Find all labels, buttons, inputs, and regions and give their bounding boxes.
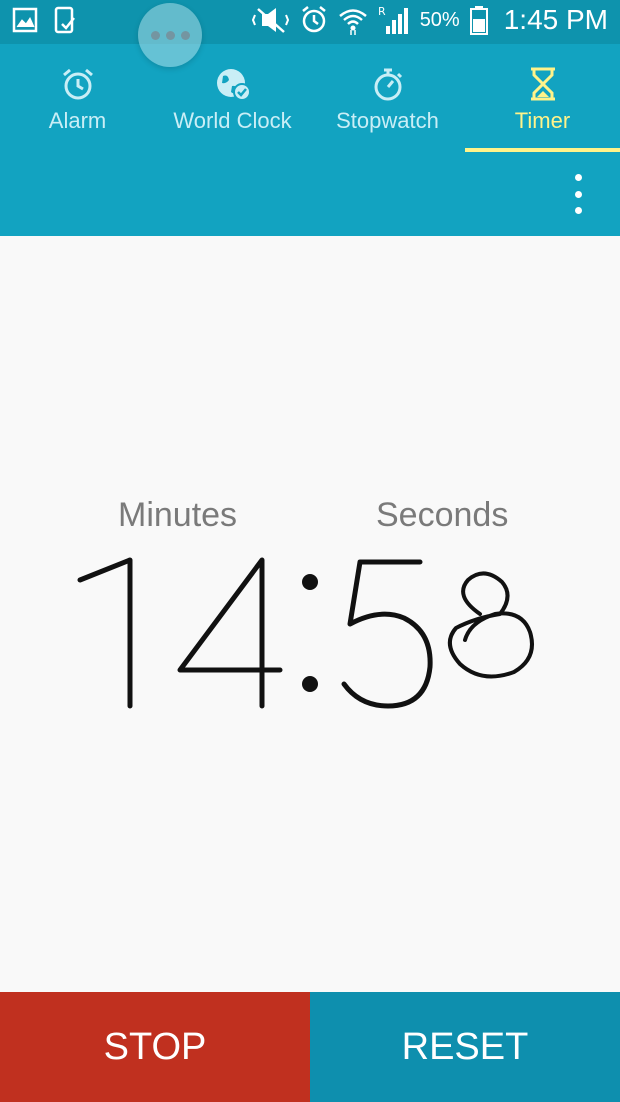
status-bar: R 50% 1:45 PM	[0, 0, 620, 44]
battery-percent: 50%	[419, 8, 460, 31]
alarm-icon	[60, 66, 96, 102]
tab-stopwatch[interactable]: Stopwatch	[310, 44, 465, 152]
active-tab-indicator	[465, 148, 620, 152]
stopwatch-icon	[370, 66, 406, 102]
tab-timer[interactable]: Timer	[465, 44, 620, 152]
bottom-action-bar: STOP RESET	[0, 992, 620, 1102]
svg-text:R: R	[378, 5, 386, 18]
tab-alarm-label: Alarm	[48, 108, 107, 133]
tab-stopwatch-label: Stopwatch	[336, 108, 439, 133]
stop-button[interactable]: STOP	[0, 992, 310, 1102]
globe-icon	[214, 66, 252, 102]
status-time: 1:45 PM	[503, 4, 608, 35]
more-options-button[interactable]	[564, 174, 592, 214]
hourglass-icon	[527, 66, 559, 102]
more-options-icon	[574, 174, 582, 181]
mute-icon	[251, 5, 290, 35]
device-icon	[52, 6, 78, 34]
gallery-icon	[12, 7, 38, 33]
status-left-icons	[12, 6, 78, 34]
tab-alarm[interactable]: Alarm	[0, 44, 155, 152]
tab-bar: Alarm World Clock Stopwatch Timer	[0, 44, 620, 152]
app-header: Alarm World Clock Stopwatch Timer	[0, 44, 620, 236]
floating-menu-bubble[interactable]	[138, 3, 202, 67]
alarm-status-icon	[300, 5, 328, 35]
ellipsis-icon	[150, 30, 190, 40]
signal-roaming-icon: R	[378, 4, 408, 36]
minutes-label: Minutes	[118, 496, 238, 534]
battery-icon	[469, 5, 488, 35]
status-right-icons: R 50% 1:45 PM	[251, 4, 608, 36]
timer-digits-graphic	[77, 557, 534, 709]
wifi-icon	[338, 5, 368, 35]
timer-display	[70, 552, 550, 712]
seconds-label: Seconds	[376, 496, 509, 534]
timer-area: Minutes Seconds	[0, 236, 620, 992]
tab-timer-label: Timer	[514, 108, 571, 133]
reset-button[interactable]: RESET	[310, 992, 620, 1102]
clock-app-screen: R 50% 1:45 PM Alarm World Clock Stopwatc…	[0, 0, 620, 1102]
tab-world-clock-label: World Clock	[173, 108, 292, 133]
